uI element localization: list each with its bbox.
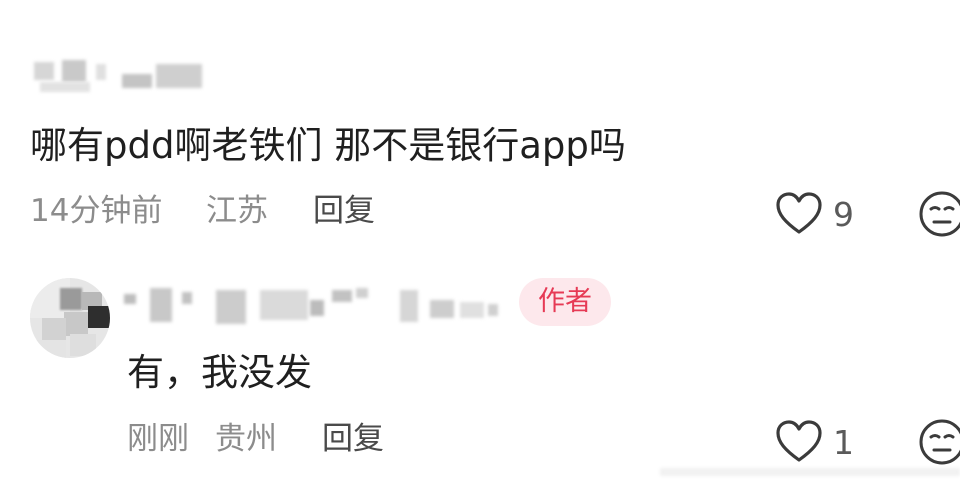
comment-2-like-count: 1: [833, 423, 854, 462]
comment-2-dislike-button[interactable]: [918, 418, 960, 466]
username-2-blurred[interactable]: [120, 286, 500, 328]
watermark: [660, 462, 960, 483]
author-badge: 作者: [519, 278, 611, 326]
neutral-face-icon: [919, 419, 960, 465]
comment-1-time: 14分钟前: [30, 193, 163, 229]
comment-1-dislike-button[interactable]: [918, 190, 960, 238]
comment-1-like-button[interactable]: 9: [775, 190, 865, 236]
comment-1: 哪有pdd啊老铁们 那不是银行app吗 14分钟前 江苏 回复 9: [0, 0, 960, 250]
comment-1-location: 江苏: [206, 193, 268, 229]
comment-2-location: 贵州: [215, 421, 277, 457]
comment-1-reply-button[interactable]: 回复: [313, 196, 375, 227]
comment-2-like-button[interactable]: 1: [775, 418, 865, 464]
neutral-face-icon: [919, 191, 960, 237]
avatar[interactable]: [30, 278, 110, 358]
comment-1-text: 哪有pdd啊老铁们 那不是银行app吗: [30, 124, 626, 167]
comment-2-time: 刚刚: [127, 421, 189, 457]
heart-outline-icon: [776, 192, 822, 234]
comment-1-like-count: 9: [833, 195, 854, 234]
username-1-blurred[interactable]: [34, 60, 204, 92]
comment-2-text: 有，我没发: [127, 351, 312, 394]
comment-2-reply-button[interactable]: 回复: [322, 424, 384, 455]
heart-outline-icon: [776, 420, 822, 462]
